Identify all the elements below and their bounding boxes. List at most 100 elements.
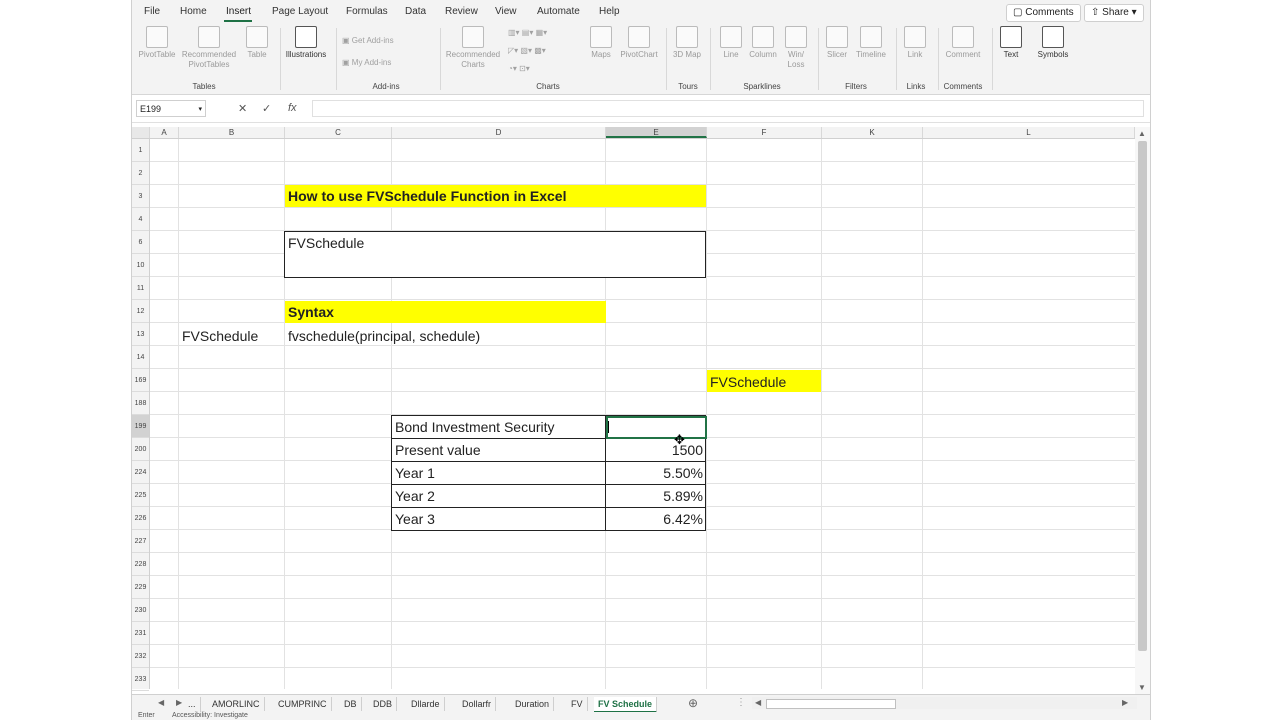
sheet-tab-duration[interactable]: Duration — [511, 697, 555, 711]
select-all-corner[interactable] — [132, 127, 150, 138]
row-header[interactable]: 225 — [132, 484, 149, 507]
row-header[interactable]: 14 — [132, 346, 149, 369]
timeline-button[interactable]: Timeline — [852, 26, 890, 60]
formula-input[interactable] — [312, 100, 1144, 117]
sparkline-line-button[interactable]: Line — [716, 26, 746, 60]
syntax-formula[interactable]: fvschedule(principal, schedule) — [288, 328, 480, 344]
tab-home[interactable]: Home — [180, 6, 207, 17]
row-header[interactable]: 230 — [132, 599, 149, 622]
tab-data[interactable]: Data — [405, 6, 426, 17]
chart-types-icons-3[interactable]: ◔▾ ⊡▾ — [508, 64, 530, 73]
table-row-label[interactable]: Year 1 — [395, 465, 435, 481]
row-header[interactable]: 232 — [132, 645, 149, 668]
text-button[interactable]: Text — [996, 26, 1026, 60]
row-header[interactable]: 169 — [132, 369, 149, 392]
sheet-tab-dollarfr[interactable]: Dollarfr — [458, 697, 497, 711]
my-addins-button[interactable]: ▣ My Add-ins — [342, 58, 391, 67]
row-header[interactable]: 4 — [132, 208, 149, 231]
row-header[interactable]: 199 — [132, 415, 149, 438]
table-row-label[interactable]: Year 3 — [395, 511, 435, 527]
row-header[interactable]: 228 — [132, 553, 149, 576]
recommended-charts-button[interactable]: Recommended Charts — [444, 26, 502, 70]
share-button[interactable]: ⇧ Share ▾ — [1084, 4, 1144, 22]
column-header-e[interactable]: E — [606, 127, 707, 138]
row-header[interactable]: 224 — [132, 461, 149, 484]
row-header[interactable]: 1 — [132, 139, 149, 162]
tab-insert[interactable]: Insert — [226, 6, 251, 17]
tab-scroll-left-icon[interactable]: ◀ — [158, 698, 164, 707]
row-header[interactable]: 233 — [132, 668, 149, 691]
table-row-value[interactable]: 6.42% — [608, 511, 703, 527]
chart-types-icons-2[interactable]: ◸▾ ▧▾ ▩▾ — [508, 46, 546, 55]
illustrations-button[interactable]: Illustrations — [282, 26, 330, 60]
link-button[interactable]: Link — [900, 26, 930, 60]
tab-splitter-icon[interactable]: ⋮ — [736, 697, 746, 708]
tab-page-layout[interactable]: Page Layout — [272, 6, 328, 17]
column-header-a[interactable]: A — [150, 127, 179, 138]
column-header-l[interactable]: L — [923, 127, 1135, 138]
syntax-function-name[interactable]: FVSchedule — [182, 328, 258, 344]
3d-map-button[interactable]: 3D Map — [672, 26, 702, 60]
worksheet-grid[interactable]: How to use FVSchedule Function in Excel … — [150, 139, 1135, 689]
syntax-heading[interactable]: Syntax — [288, 304, 334, 320]
horizontal-scrollbar[interactable]: ◀ ▶ — [752, 697, 1137, 709]
tab-formulas[interactable]: Formulas — [346, 6, 388, 17]
row-header[interactable]: 2 — [132, 162, 149, 185]
table-button[interactable]: Table — [242, 26, 272, 60]
sheet-tab-amorlinc[interactable]: AMORLINC — [208, 697, 265, 711]
chart-types-icons[interactable]: ▥▾ ▤▾ ▦▾ — [508, 28, 547, 37]
sheet-tab-more[interactable]: ... — [184, 697, 201, 711]
sheet-tab-fv[interactable]: FV — [567, 697, 588, 711]
pivotchart-button[interactable]: PivotChart — [616, 26, 662, 60]
tab-scroll-right-icon[interactable]: ▶ — [176, 698, 182, 707]
confirm-icon[interactable]: ✓ — [262, 102, 271, 115]
name-box[interactable]: E199 ▾ — [136, 100, 206, 117]
tab-review[interactable]: Review — [445, 6, 478, 17]
row-header[interactable]: 12 — [132, 300, 149, 323]
vertical-scroll-thumb[interactable] — [1138, 141, 1147, 651]
column-header-b[interactable]: B — [179, 127, 285, 138]
table-row-label[interactable]: Year 2 — [395, 488, 435, 504]
sheet-title[interactable]: How to use FVSchedule Function in Excel — [288, 188, 566, 204]
row-header[interactable]: 200 — [132, 438, 149, 461]
column-header-c[interactable]: C — [285, 127, 392, 138]
symbols-button[interactable]: Symbols — [1032, 26, 1074, 60]
row-header[interactable]: 10 — [132, 254, 149, 277]
accessibility-status[interactable]: Accessibility: Investigate — [172, 712, 248, 719]
slicer-button[interactable]: Slicer — [822, 26, 852, 60]
sparkline-column-button[interactable]: Column — [746, 26, 780, 60]
result-label[interactable]: FVSchedule — [710, 374, 786, 390]
table-row-label[interactable]: Present value — [395, 442, 481, 458]
row-header[interactable]: 227 — [132, 530, 149, 553]
sheet-tab-cumprinc[interactable]: CUMPRINC — [274, 697, 332, 711]
sheet-tab-fv-schedule[interactable]: FV Schedule — [594, 697, 658, 713]
sparkline-winloss-button[interactable]: Win/ Loss — [782, 26, 810, 70]
column-header-d[interactable]: D — [392, 127, 606, 138]
tab-automate[interactable]: Automate — [537, 6, 580, 17]
sheet-tab-db[interactable]: DB — [340, 697, 362, 711]
tab-view[interactable]: View — [495, 6, 517, 17]
tab-file[interactable]: File — [144, 6, 160, 17]
row-header[interactable]: 13 — [132, 323, 149, 346]
row-header[interactable]: 11 — [132, 277, 149, 300]
maps-button[interactable]: Maps — [586, 26, 616, 60]
recommended-pivottables-button[interactable]: Recommended PivotTables — [178, 26, 240, 70]
sheet-tab-ddb[interactable]: DDB — [369, 697, 398, 711]
table-row-value[interactable]: 5.89% — [608, 488, 703, 504]
comment-button[interactable]: Comment — [942, 26, 984, 60]
row-header[interactable]: 6 — [132, 231, 149, 254]
column-header-k[interactable]: K — [822, 127, 923, 138]
add-sheet-icon[interactable]: ⊕ — [688, 696, 698, 710]
get-addins-button[interactable]: ▣ Get Add-ins — [342, 36, 394, 45]
vertical-scrollbar[interactable]: ▲ ▼ — [1135, 127, 1150, 695]
row-header[interactable]: 226 — [132, 507, 149, 530]
table-row-value[interactable]: 1500 — [608, 442, 703, 458]
horizontal-scroll-thumb[interactable] — [766, 699, 896, 709]
pivottable-button[interactable]: PivotTable — [136, 26, 178, 60]
insert-function-icon[interactable]: fx — [288, 102, 297, 114]
sheet-tab-dllarde[interactable]: Dllarde — [407, 697, 445, 711]
table-header-label[interactable]: Bond Investment Security — [395, 419, 555, 435]
row-header[interactable]: 3 — [132, 185, 149, 208]
row-header[interactable]: 229 — [132, 576, 149, 599]
column-header-f[interactable]: F — [707, 127, 822, 138]
